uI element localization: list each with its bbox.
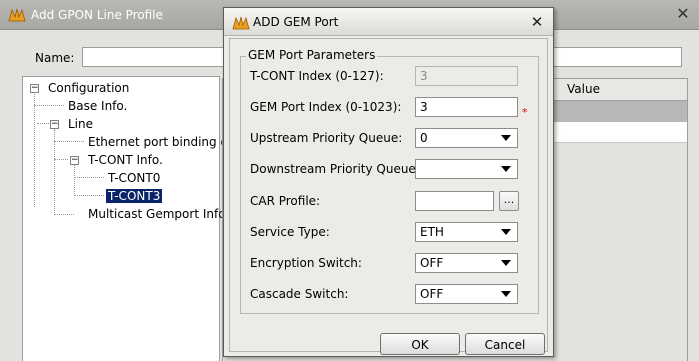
app-logo-icon: [232, 16, 250, 30]
name-label: Name:: [35, 51, 75, 65]
upstream-priority-queue-value: 0: [420, 131, 428, 145]
configuration-tree: − Configuration Base Info. − Line Ethern…: [22, 76, 233, 361]
tree-collapse-icon[interactable]: −: [50, 120, 59, 129]
add-gem-port-dialog: ADD GEM Port ✕ GEM Port Parameters T-CON…: [223, 7, 554, 357]
required-marker: *: [522, 106, 528, 119]
chevron-down-icon[interactable]: [501, 135, 511, 141]
chevron-down-icon[interactable]: [501, 229, 511, 235]
chevron-down-icon[interactable]: [501, 166, 511, 172]
encryption-switch-value: OFF: [420, 256, 444, 270]
value-column-header[interactable]: Value: [567, 82, 600, 96]
gem-port-parameters-group: [240, 56, 539, 314]
tree-item-tcont-info[interactable]: T-CONT Info.: [88, 153, 163, 167]
car-profile-browse-button[interactable]: ...: [499, 191, 519, 211]
upstream-priority-queue-label: Upstream Priority Queue:: [250, 131, 403, 145]
service-type-label: Service Type:: [250, 225, 330, 239]
dialog-title-bar: ADD GEM Port ✕: [224, 8, 553, 36]
car-profile-label: CAR Profile:: [250, 194, 321, 208]
chevron-down-icon[interactable]: [501, 291, 511, 297]
tree-item-tcont3[interactable]: T-CONT3: [106, 189, 163, 203]
downstream-priority-queue-label: Downstream Priority Queue:: [250, 162, 420, 176]
service-type-select[interactable]: ETH: [415, 222, 518, 242]
encryption-switch-label: Encryption Switch:: [250, 256, 362, 270]
tree-collapse-icon[interactable]: −: [30, 84, 39, 93]
tree-item-base-info[interactable]: Base Info.: [68, 99, 127, 113]
ok-button[interactable]: OK: [380, 333, 460, 355]
close-icon[interactable]: ✕: [527, 12, 547, 32]
dialog-body: GEM Port Parameters T-CONT Index (0-127)…: [229, 38, 548, 355]
tree-item-ethernet-port-binding[interactable]: Ethernet port binding gr: [88, 135, 233, 149]
tree-collapse-icon[interactable]: −: [70, 156, 79, 165]
cancel-button[interactable]: Cancel: [465, 333, 545, 355]
app-logo-icon: [8, 8, 26, 22]
cascade-switch-select[interactable]: OFF: [415, 284, 518, 304]
background-window-title: Add GPON Line Profile: [31, 8, 163, 22]
cascade-switch-label: Cascade Switch:: [250, 287, 349, 301]
upstream-priority-queue-select[interactable]: 0: [415, 128, 518, 148]
chevron-down-icon[interactable]: [501, 260, 511, 266]
close-icon[interactable]: ✕: [673, 4, 693, 24]
gem-port-index-field[interactable]: 3: [415, 97, 518, 117]
group-title: GEM Port Parameters: [246, 48, 378, 62]
cascade-switch-value: OFF: [420, 287, 444, 301]
downstream-priority-queue-select[interactable]: [415, 159, 518, 179]
car-profile-field[interactable]: [415, 191, 494, 211]
tree-item-line[interactable]: Line: [68, 117, 93, 131]
gem-port-index-label: GEM Port Index (0-1023):: [250, 100, 402, 114]
tree-item-multicast-gemport[interactable]: Multicast Gemport Info: [88, 207, 226, 221]
encryption-switch-select[interactable]: OFF: [415, 253, 518, 273]
service-type-value: ETH: [420, 225, 444, 239]
tree-item-tcont0[interactable]: T-CONT0: [108, 171, 160, 185]
tcont-index-field: 3: [415, 66, 518, 86]
dialog-title: ADD GEM Port: [253, 15, 339, 29]
tree-item-configuration[interactable]: Configuration: [48, 81, 129, 95]
tcont-index-label: T-CONT Index (0-127):: [250, 69, 384, 83]
